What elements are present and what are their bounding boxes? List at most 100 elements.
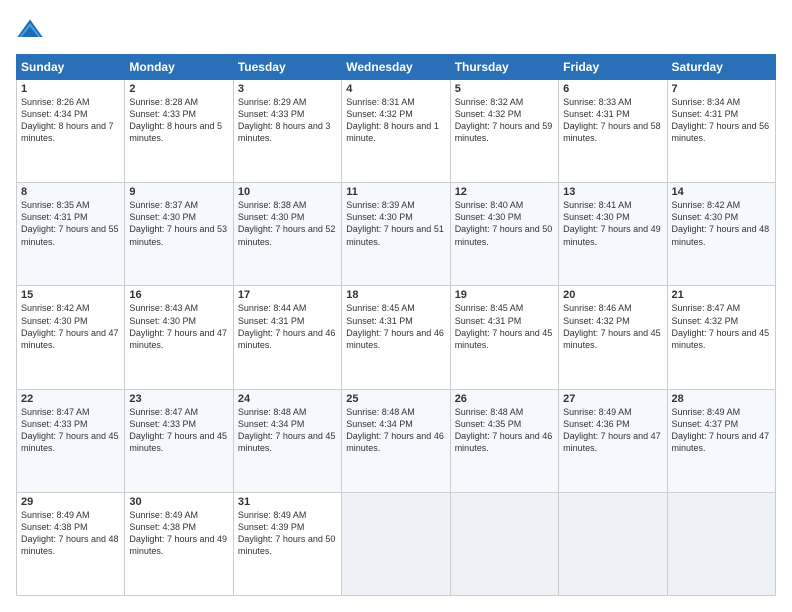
header bbox=[16, 16, 776, 44]
day-number: 5 bbox=[455, 83, 554, 95]
calendar-cell: 18 Sunrise: 8:45 AMSunset: 4:31 PMDaylig… bbox=[342, 286, 450, 389]
calendar-header-sunday: Sunday bbox=[17, 55, 125, 80]
calendar-cell bbox=[450, 492, 558, 595]
calendar-week-2: 8 Sunrise: 8:35 AMSunset: 4:31 PMDayligh… bbox=[17, 183, 776, 286]
day-number: 12 bbox=[455, 186, 554, 198]
day-number: 25 bbox=[346, 393, 445, 405]
day-number: 8 bbox=[21, 186, 120, 198]
calendar-cell: 29 Sunrise: 8:49 AMSunset: 4:38 PMDaylig… bbox=[17, 492, 125, 595]
day-number: 26 bbox=[455, 393, 554, 405]
calendar-cell: 1 Sunrise: 8:26 AMSunset: 4:34 PMDayligh… bbox=[17, 80, 125, 183]
day-number: 28 bbox=[672, 393, 771, 405]
cell-info: Sunrise: 8:49 AMSunset: 4:38 PMDaylight:… bbox=[21, 510, 119, 556]
calendar-header-friday: Friday bbox=[559, 55, 667, 80]
day-number: 11 bbox=[346, 186, 445, 198]
day-number: 17 bbox=[238, 289, 337, 301]
calendar-cell: 22 Sunrise: 8:47 AMSunset: 4:33 PMDaylig… bbox=[17, 389, 125, 492]
calendar-cell: 8 Sunrise: 8:35 AMSunset: 4:31 PMDayligh… bbox=[17, 183, 125, 286]
cell-info: Sunrise: 8:48 AMSunset: 4:34 PMDaylight:… bbox=[238, 407, 336, 453]
cell-info: Sunrise: 8:28 AMSunset: 4:33 PMDaylight:… bbox=[129, 97, 222, 143]
calendar-table: SundayMondayTuesdayWednesdayThursdayFrid… bbox=[16, 54, 776, 596]
cell-info: Sunrise: 8:42 AMSunset: 4:30 PMDaylight:… bbox=[672, 200, 770, 246]
calendar-cell: 28 Sunrise: 8:49 AMSunset: 4:37 PMDaylig… bbox=[667, 389, 775, 492]
cell-info: Sunrise: 8:34 AMSunset: 4:31 PMDaylight:… bbox=[672, 97, 770, 143]
cell-info: Sunrise: 8:47 AMSunset: 4:32 PMDaylight:… bbox=[672, 303, 770, 349]
day-number: 23 bbox=[129, 393, 228, 405]
cell-info: Sunrise: 8:32 AMSunset: 4:32 PMDaylight:… bbox=[455, 97, 553, 143]
calendar-cell: 7 Sunrise: 8:34 AMSunset: 4:31 PMDayligh… bbox=[667, 80, 775, 183]
calendar-header-saturday: Saturday bbox=[667, 55, 775, 80]
cell-info: Sunrise: 8:45 AMSunset: 4:31 PMDaylight:… bbox=[346, 303, 444, 349]
calendar-cell: 11 Sunrise: 8:39 AMSunset: 4:30 PMDaylig… bbox=[342, 183, 450, 286]
calendar-cell: 19 Sunrise: 8:45 AMSunset: 4:31 PMDaylig… bbox=[450, 286, 558, 389]
cell-info: Sunrise: 8:39 AMSunset: 4:30 PMDaylight:… bbox=[346, 200, 444, 246]
cell-info: Sunrise: 8:40 AMSunset: 4:30 PMDaylight:… bbox=[455, 200, 553, 246]
calendar-cell: 20 Sunrise: 8:46 AMSunset: 4:32 PMDaylig… bbox=[559, 286, 667, 389]
calendar-week-1: 1 Sunrise: 8:26 AMSunset: 4:34 PMDayligh… bbox=[17, 80, 776, 183]
cell-info: Sunrise: 8:48 AMSunset: 4:35 PMDaylight:… bbox=[455, 407, 553, 453]
cell-info: Sunrise: 8:46 AMSunset: 4:32 PMDaylight:… bbox=[563, 303, 661, 349]
calendar-cell: 2 Sunrise: 8:28 AMSunset: 4:33 PMDayligh… bbox=[125, 80, 233, 183]
calendar-header-tuesday: Tuesday bbox=[233, 55, 341, 80]
calendar-cell: 26 Sunrise: 8:48 AMSunset: 4:35 PMDaylig… bbox=[450, 389, 558, 492]
calendar-cell: 17 Sunrise: 8:44 AMSunset: 4:31 PMDaylig… bbox=[233, 286, 341, 389]
cell-info: Sunrise: 8:49 AMSunset: 4:38 PMDaylight:… bbox=[129, 510, 227, 556]
calendar-cell: 6 Sunrise: 8:33 AMSunset: 4:31 PMDayligh… bbox=[559, 80, 667, 183]
logo-icon bbox=[16, 16, 44, 44]
cell-info: Sunrise: 8:37 AMSunset: 4:30 PMDaylight:… bbox=[129, 200, 227, 246]
cell-info: Sunrise: 8:49 AMSunset: 4:39 PMDaylight:… bbox=[238, 510, 336, 556]
cell-info: Sunrise: 8:48 AMSunset: 4:34 PMDaylight:… bbox=[346, 407, 444, 453]
calendar-header-row: SundayMondayTuesdayWednesdayThursdayFrid… bbox=[17, 55, 776, 80]
calendar-cell: 30 Sunrise: 8:49 AMSunset: 4:38 PMDaylig… bbox=[125, 492, 233, 595]
day-number: 1 bbox=[21, 83, 120, 95]
calendar-cell: 15 Sunrise: 8:42 AMSunset: 4:30 PMDaylig… bbox=[17, 286, 125, 389]
cell-info: Sunrise: 8:41 AMSunset: 4:30 PMDaylight:… bbox=[563, 200, 661, 246]
day-number: 13 bbox=[563, 186, 662, 198]
day-number: 29 bbox=[21, 496, 120, 508]
calendar-cell: 4 Sunrise: 8:31 AMSunset: 4:32 PMDayligh… bbox=[342, 80, 450, 183]
cell-info: Sunrise: 8:47 AMSunset: 4:33 PMDaylight:… bbox=[21, 407, 119, 453]
calendar-cell: 23 Sunrise: 8:47 AMSunset: 4:33 PMDaylig… bbox=[125, 389, 233, 492]
calendar-header-wednesday: Wednesday bbox=[342, 55, 450, 80]
calendar-week-4: 22 Sunrise: 8:47 AMSunset: 4:33 PMDaylig… bbox=[17, 389, 776, 492]
day-number: 2 bbox=[129, 83, 228, 95]
cell-info: Sunrise: 8:49 AMSunset: 4:37 PMDaylight:… bbox=[672, 407, 770, 453]
calendar-cell: 10 Sunrise: 8:38 AMSunset: 4:30 PMDaylig… bbox=[233, 183, 341, 286]
day-number: 14 bbox=[672, 186, 771, 198]
cell-info: Sunrise: 8:44 AMSunset: 4:31 PMDaylight:… bbox=[238, 303, 336, 349]
logo bbox=[16, 16, 48, 44]
day-number: 10 bbox=[238, 186, 337, 198]
cell-info: Sunrise: 8:33 AMSunset: 4:31 PMDaylight:… bbox=[563, 97, 661, 143]
day-number: 7 bbox=[672, 83, 771, 95]
cell-info: Sunrise: 8:38 AMSunset: 4:30 PMDaylight:… bbox=[238, 200, 336, 246]
cell-info: Sunrise: 8:43 AMSunset: 4:30 PMDaylight:… bbox=[129, 303, 227, 349]
day-number: 6 bbox=[563, 83, 662, 95]
day-number: 24 bbox=[238, 393, 337, 405]
day-number: 15 bbox=[21, 289, 120, 301]
day-number: 22 bbox=[21, 393, 120, 405]
calendar-cell: 31 Sunrise: 8:49 AMSunset: 4:39 PMDaylig… bbox=[233, 492, 341, 595]
day-number: 19 bbox=[455, 289, 554, 301]
calendar-cell bbox=[667, 492, 775, 595]
calendar-cell: 25 Sunrise: 8:48 AMSunset: 4:34 PMDaylig… bbox=[342, 389, 450, 492]
day-number: 31 bbox=[238, 496, 337, 508]
calendar-header-thursday: Thursday bbox=[450, 55, 558, 80]
calendar-cell: 5 Sunrise: 8:32 AMSunset: 4:32 PMDayligh… bbox=[450, 80, 558, 183]
day-number: 16 bbox=[129, 289, 228, 301]
day-number: 30 bbox=[129, 496, 228, 508]
calendar-week-5: 29 Sunrise: 8:49 AMSunset: 4:38 PMDaylig… bbox=[17, 492, 776, 595]
calendar-header-monday: Monday bbox=[125, 55, 233, 80]
cell-info: Sunrise: 8:47 AMSunset: 4:33 PMDaylight:… bbox=[129, 407, 227, 453]
calendar-cell: 3 Sunrise: 8:29 AMSunset: 4:33 PMDayligh… bbox=[233, 80, 341, 183]
day-number: 4 bbox=[346, 83, 445, 95]
day-number: 18 bbox=[346, 289, 445, 301]
calendar-cell: 24 Sunrise: 8:48 AMSunset: 4:34 PMDaylig… bbox=[233, 389, 341, 492]
calendar-cell: 16 Sunrise: 8:43 AMSunset: 4:30 PMDaylig… bbox=[125, 286, 233, 389]
calendar-week-3: 15 Sunrise: 8:42 AMSunset: 4:30 PMDaylig… bbox=[17, 286, 776, 389]
calendar-cell: 27 Sunrise: 8:49 AMSunset: 4:36 PMDaylig… bbox=[559, 389, 667, 492]
calendar-cell bbox=[559, 492, 667, 595]
cell-info: Sunrise: 8:31 AMSunset: 4:32 PMDaylight:… bbox=[346, 97, 439, 143]
cell-info: Sunrise: 8:35 AMSunset: 4:31 PMDaylight:… bbox=[21, 200, 119, 246]
calendar-cell: 13 Sunrise: 8:41 AMSunset: 4:30 PMDaylig… bbox=[559, 183, 667, 286]
cell-info: Sunrise: 8:29 AMSunset: 4:33 PMDaylight:… bbox=[238, 97, 331, 143]
